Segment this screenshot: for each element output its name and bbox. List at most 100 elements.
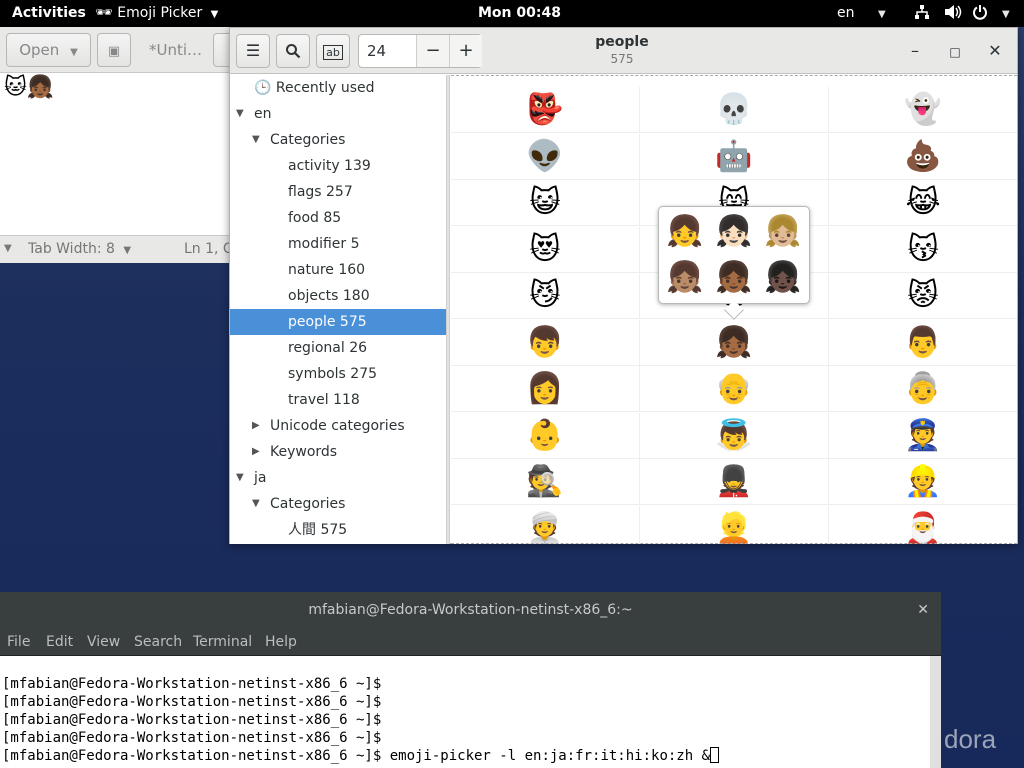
emoji-cell[interactable]: 😺	[451, 180, 640, 226]
terminal-scrollbar[interactable]	[930, 656, 941, 768]
system-menu-chevron-icon[interactable]: ▼	[998, 0, 1010, 27]
emoji-cell[interactable]: 👮	[829, 413, 1017, 459]
emoji-cell[interactable]: 👩	[451, 366, 640, 412]
tree-item[interactable]: flags 257	[230, 179, 446, 205]
emoji-cell[interactable]: 🤖	[640, 133, 829, 180]
close-button[interactable]: ✕	[984, 40, 1006, 62]
emoji-picker-window: ☰ ab 24 − + people 575 – □ ✕ 🕒 Recently …	[229, 27, 1018, 544]
emoji-cell[interactable]: 🕵	[451, 459, 640, 505]
expander-down-icon[interactable]: ▼	[252, 491, 260, 517]
emoji-cell[interactable]: 💩	[829, 134, 1017, 180]
tree-item-label: activity 139	[288, 158, 371, 174]
emoji-cell[interactable]: 👱	[640, 505, 829, 544]
tree-item[interactable]: modifier 5	[230, 231, 446, 257]
tree-item[interactable]: nature 160	[230, 257, 446, 283]
open-button[interactable]: Open ▼	[6, 33, 91, 67]
tree-item-label: Categories	[270, 132, 346, 148]
emoji-cell[interactable]: 👦	[451, 319, 640, 366]
tree-item[interactable]: food 85	[230, 205, 446, 231]
emoji-cell[interactable]: 😻	[451, 226, 640, 273]
emoji-cell[interactable]: 👻	[829, 87, 1017, 133]
tree-item[interactable]: people 575	[230, 309, 446, 335]
pane-divider[interactable]	[446, 75, 450, 544]
font-size-value[interactable]: 24	[367, 35, 386, 67]
tree-item[interactable]: activity 139	[230, 153, 446, 179]
activities-button[interactable]: Activities	[12, 0, 86, 27]
terminal-menu-item[interactable]: Edit	[46, 628, 73, 656]
font-size-spinner[interactable]: 24 − +	[358, 34, 482, 68]
tree-item[interactable]: 🕒 Recently used	[230, 75, 446, 101]
emoji-cell[interactable]: 👷	[829, 459, 1017, 505]
maximize-button[interactable]: □	[944, 40, 966, 62]
expander-down-icon[interactable]: ▼	[236, 101, 244, 127]
language-chevron-icon[interactable]: ▼	[874, 0, 886, 27]
clock[interactable]: Mon 00:48	[478, 0, 561, 27]
terminal-menu-item[interactable]: Terminal	[193, 628, 252, 656]
terminal-line: [mfabian@Fedora-Workstation-netinst-x86_…	[2, 675, 381, 693]
emoji-cell[interactable]: 👺	[451, 87, 640, 133]
tree-item[interactable]: objects 180	[230, 283, 446, 309]
picker-headerbar: ☰ ab 24 − + people 575 – □ ✕	[230, 28, 1017, 74]
tree-item-label: symbols 275	[288, 366, 378, 382]
skin-tone-option[interactable]: 👧🏽	[661, 255, 709, 301]
expander-right-icon[interactable]: ▶	[252, 439, 260, 465]
skin-tone-option[interactable]: 👧🏻	[710, 209, 758, 255]
editor-content[interactable]: 🐱👧🏾	[4, 75, 54, 100]
tab-width-selector[interactable]: Tab Width: 8 ▼	[28, 236, 131, 264]
chevron-down-icon[interactable]: ▼	[4, 236, 12, 262]
terminal-menu-item[interactable]: Search	[134, 628, 182, 656]
font-button[interactable]: ab	[316, 34, 350, 68]
emoji-cell[interactable]: 👼	[640, 412, 829, 459]
search-button[interactable]	[276, 34, 310, 68]
tree-item[interactable]: ▼ ja	[230, 465, 446, 491]
emoji-cell[interactable]: 😼	[451, 273, 640, 319]
tree-item[interactable]: ▼ Categories	[230, 127, 446, 153]
power-icon[interactable]	[972, 0, 988, 27]
volume-icon[interactable]	[944, 0, 962, 27]
app-menu[interactable]: 🕶 Emoji Picker ▼	[95, 0, 218, 27]
terminal-menu-item[interactable]: View	[87, 628, 120, 656]
increase-font-size-button[interactable]: +	[449, 35, 482, 67]
emoji-cell[interactable]: 👳	[451, 505, 640, 544]
emoji-cell[interactable]: 💀	[640, 87, 829, 133]
new-document-button[interactable]: ▣	[97, 33, 131, 67]
emoji-cell[interactable]: 👴	[640, 366, 829, 412]
input-language-indicator[interactable]: en	[837, 0, 855, 27]
tree-item[interactable]: ▶ Keywords	[230, 439, 446, 465]
menu-button[interactable]: ☰	[236, 34, 270, 68]
decrease-font-size-button[interactable]: −	[416, 35, 449, 67]
skin-tone-option[interactable]: 👧🏼	[759, 209, 807, 255]
terminal-line: [mfabian@Fedora-Workstation-netinst-x86_…	[2, 711, 381, 729]
tree-item[interactable]: ▶ Unicode categories	[230, 413, 446, 439]
emoji-cell[interactable]: 👵	[829, 366, 1017, 412]
emoji-cell[interactable]: 😾	[829, 273, 1017, 319]
terminal-close-icon[interactable]: ✕	[917, 592, 929, 628]
emoji-cell[interactable]: 👽	[451, 133, 640, 180]
emoji-cell[interactable]: 💂	[640, 459, 829, 505]
font-icon: ab	[323, 45, 343, 60]
tree-item[interactable]: ▼ Categories	[230, 491, 446, 517]
network-icon[interactable]	[914, 0, 930, 27]
emoji-cell[interactable]: 🎅	[829, 506, 1017, 545]
terminal-content[interactable]: [mfabian@Fedora-Workstation-netinst-x86_…	[0, 656, 930, 768]
skin-tone-option[interactable]: 👧🏿	[759, 255, 807, 301]
expander-down-icon[interactable]: ▼	[252, 127, 260, 153]
document-tab-title[interactable]: *Unti…	[149, 27, 202, 73]
skin-tone-option[interactable]: 👧	[661, 209, 709, 255]
emoji-cell[interactable]: 😽	[829, 227, 1017, 273]
tree-item[interactable]: 人間 575	[230, 517, 446, 543]
tree-item[interactable]: travel 118	[230, 387, 446, 413]
tree-item[interactable]: regional 26	[230, 335, 446, 361]
emoji-cell[interactable]: 👧🏾	[640, 319, 829, 366]
terminal-menu-item[interactable]: File	[7, 628, 30, 656]
emoji-cell[interactable]: 😹	[829, 180, 1017, 226]
emoji-cell[interactable]: 👶	[451, 412, 640, 459]
skin-tone-option[interactable]: 👧🏾	[710, 255, 758, 301]
expander-down-icon[interactable]: ▼	[236, 465, 244, 491]
emoji-cell[interactable]: 👨	[829, 320, 1017, 366]
minimize-button[interactable]: –	[904, 40, 926, 62]
terminal-menu-item[interactable]: Help	[265, 628, 297, 656]
expander-right-icon[interactable]: ▶	[252, 413, 260, 439]
tree-item[interactable]: ▼ en	[230, 101, 446, 127]
tree-item[interactable]: symbols 275	[230, 361, 446, 387]
